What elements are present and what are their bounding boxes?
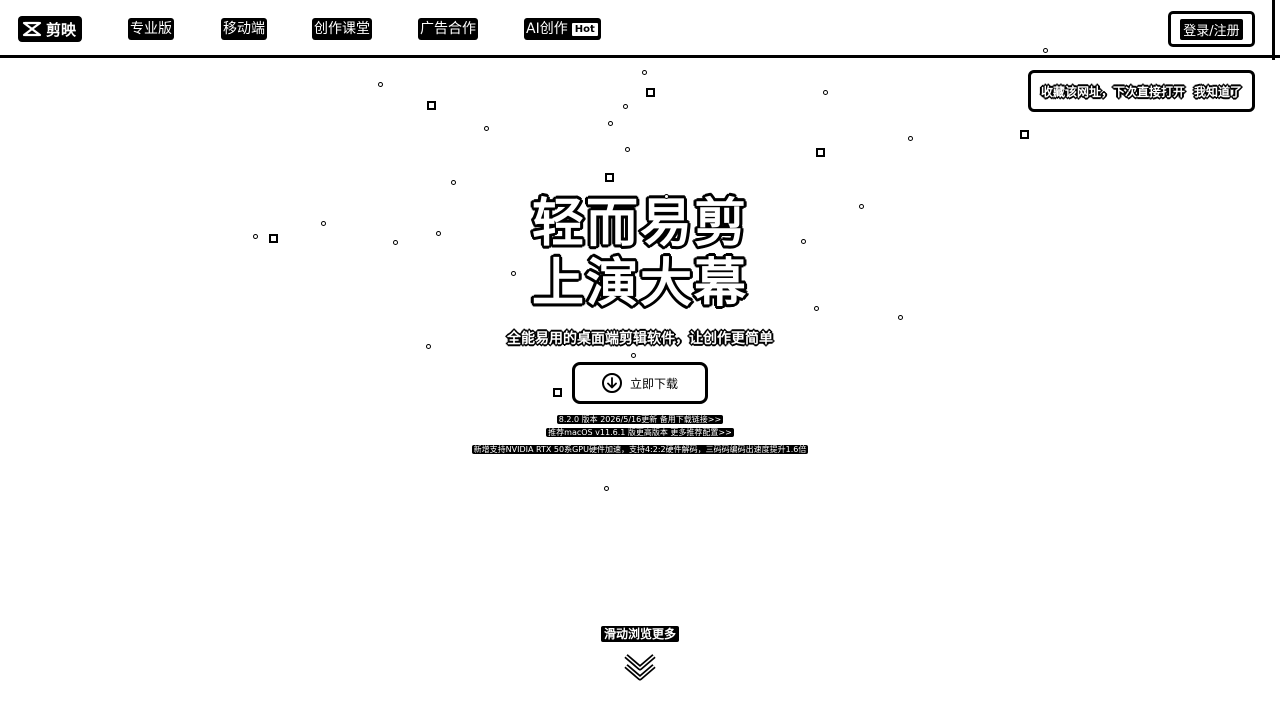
nav-ai-creation-label: AI创作 [526,21,568,37]
capcut-logo-icon [22,21,42,37]
decor-dot [321,221,326,226]
bookmark-tip-dismiss-button[interactable]: 我知道了 [1194,83,1242,100]
decor-dot [623,104,628,109]
decor-dot [814,306,819,311]
macos-info-text: 推荐macOS v11.6.1 版更高版本 更多推荐配置>> [546,428,734,437]
decor-dot [436,231,441,236]
nav-mobile[interactable]: 移动端 [221,18,267,40]
decor-dot [553,388,562,397]
decor-dot [631,353,636,358]
logo[interactable]: 剪映 [18,16,83,42]
decor-dot [859,204,864,209]
decor-dot [484,126,489,131]
decor-dot [823,90,828,95]
feature-info: 新增支持NVIDIA RTX 50系GPU硬件加速，支持4:2:2硬件解码，三码… [0,444,1280,456]
hero-subtitle: 全能易用的桌面端剪辑软件，让创作更简单 [507,331,773,347]
scroll-hint-label: 滑动浏览更多 [600,626,679,642]
decor-dot [427,101,436,110]
decor-dot [511,271,516,276]
hot-badge: Hot [570,21,599,37]
nav-pro-version[interactable]: 专业版 [128,18,174,40]
decor-dot [426,344,431,349]
top-nav-bar: 剪映 专业版 移动端 创作课堂 广告合作 AI创作 Hot 登录/注册 [0,0,1280,58]
decor-dot [604,486,609,491]
logo-text: 剪映 [46,20,77,39]
download-button[interactable]: 立即下载 [572,362,708,404]
macos-info[interactable]: 推荐macOS v11.6.1 版更高版本 更多推荐配置>> [0,427,1280,439]
decor-dot [605,173,614,182]
download-arrow-icon [601,373,622,393]
decor-dot [1020,130,1029,139]
version-info[interactable]: 8.2.0 版本 2026/5/16更新 备用下载链接>> [0,414,1280,426]
bookmark-tip-text: 收藏该网址，下次直接打开 [1041,84,1186,99]
decor-dot [898,315,903,320]
decor-dot [608,121,613,126]
decor-dot [908,136,913,141]
decor-dot [1043,48,1048,53]
bookmark-tip: 收藏该网址，下次直接打开 我知道了 [1028,70,1255,112]
feature-info-text: 新增支持NVIDIA RTX 50系GPU硬件加速，支持4:2:2硬件解码，三码… [471,445,809,454]
hero-title-line1: 轻而易剪 [531,194,748,254]
decor-dot [378,82,383,87]
scroll-hint: 滑动浏览更多 [0,625,1280,642]
nav-ad-cooperation[interactable]: 广告合作 [418,18,478,40]
decor-dot [253,234,258,239]
decor-dot [393,240,398,245]
decor-dot [664,194,669,199]
decor-dot [625,147,630,152]
login-register-button[interactable]: 登录/注册 [1168,11,1255,47]
version-info-text: 8.2.0 版本 2026/5/16更新 备用下载链接>> [556,415,724,424]
nav-ai-creation[interactable]: AI创作 Hot [524,18,601,40]
decor-dot [642,70,647,75]
decor-dot [816,148,825,157]
hero-title-line2: 上演大幕 [531,254,748,314]
login-register-label: 登录/注册 [1180,18,1243,40]
nav-creator-class[interactable]: 创作课堂 [312,18,372,40]
decor-dot [646,88,655,97]
download-button-label: 立即下载 [629,376,678,391]
decor-dot [451,180,456,185]
decor-dot [269,234,278,243]
decor-dot [801,239,806,244]
scrollbar-edge [1272,0,1275,60]
double-chevron-down-icon[interactable] [622,652,658,682]
